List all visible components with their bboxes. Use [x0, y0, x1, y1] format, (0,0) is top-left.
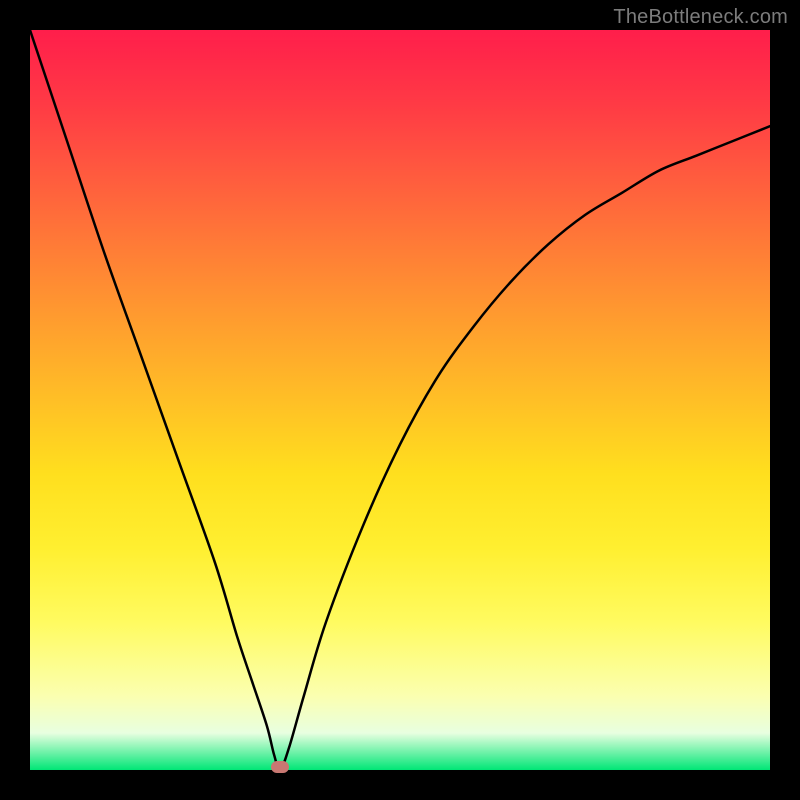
chart-frame: TheBottleneck.com [0, 0, 800, 800]
watermark-text: TheBottleneck.com [613, 6, 788, 29]
plot-area [30, 30, 770, 770]
bottleneck-curve [30, 30, 770, 770]
optimal-point-marker [271, 761, 289, 773]
